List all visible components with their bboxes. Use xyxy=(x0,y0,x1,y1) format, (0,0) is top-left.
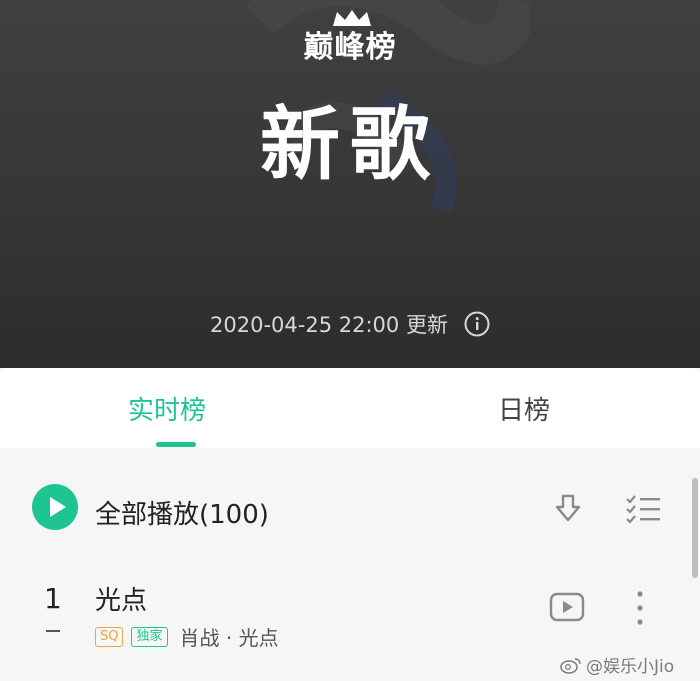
update-timestamp: 2020-04-25 22:00 更新 xyxy=(210,313,448,337)
chart-header: 巅峰榜 新歌 2020-04-25 22:00 更新 xyxy=(0,0,700,368)
play-all-row: 全部播放(100) xyxy=(0,448,700,568)
watermark: @娱乐小Jio xyxy=(560,652,674,677)
chart-logo: 巅峰榜 xyxy=(0,10,700,66)
rank-change-indicator xyxy=(46,630,60,632)
mv-play-icon[interactable] xyxy=(549,592,585,622)
song-list: 全部播放(100) 1 光点 SQ 独家 肖战 · 光点 xyxy=(0,448,700,681)
multiselect-icon[interactable] xyxy=(625,493,661,525)
tab-realtime[interactable]: 实时榜 xyxy=(128,390,206,427)
song-artist-album[interactable]: 肖战 · 光点 xyxy=(180,622,279,651)
active-tab-indicator xyxy=(156,442,196,447)
sq-badge: SQ xyxy=(95,626,124,647)
song-rank: 1 xyxy=(44,582,62,615)
weibo-icon xyxy=(560,657,581,674)
update-info: 2020-04-25 22:00 更新 xyxy=(0,309,700,339)
song-title[interactable]: 光点 xyxy=(95,580,147,617)
play-icon xyxy=(50,497,66,517)
chart-title: 新歌 xyxy=(260,98,440,191)
scrollbar[interactable] xyxy=(692,478,698,578)
tab-daily[interactable]: 日榜 xyxy=(498,390,550,427)
song-meta: SQ 独家 肖战 · 光点 xyxy=(95,622,279,651)
play-all-label[interactable]: 全部播放(100) xyxy=(95,494,269,531)
more-options-icon[interactable] xyxy=(632,588,648,628)
download-icon[interactable] xyxy=(552,493,584,525)
watermark-text: @娱乐小Jio xyxy=(586,657,675,677)
chart-logo-text: 巅峰榜 xyxy=(303,30,397,65)
crown-icon xyxy=(333,10,371,26)
play-all-button[interactable] xyxy=(32,484,78,530)
chart-tabs: 实时榜 日榜 xyxy=(0,368,700,448)
info-icon[interactable] xyxy=(464,311,490,337)
exclusive-badge: 独家 xyxy=(131,626,168,647)
